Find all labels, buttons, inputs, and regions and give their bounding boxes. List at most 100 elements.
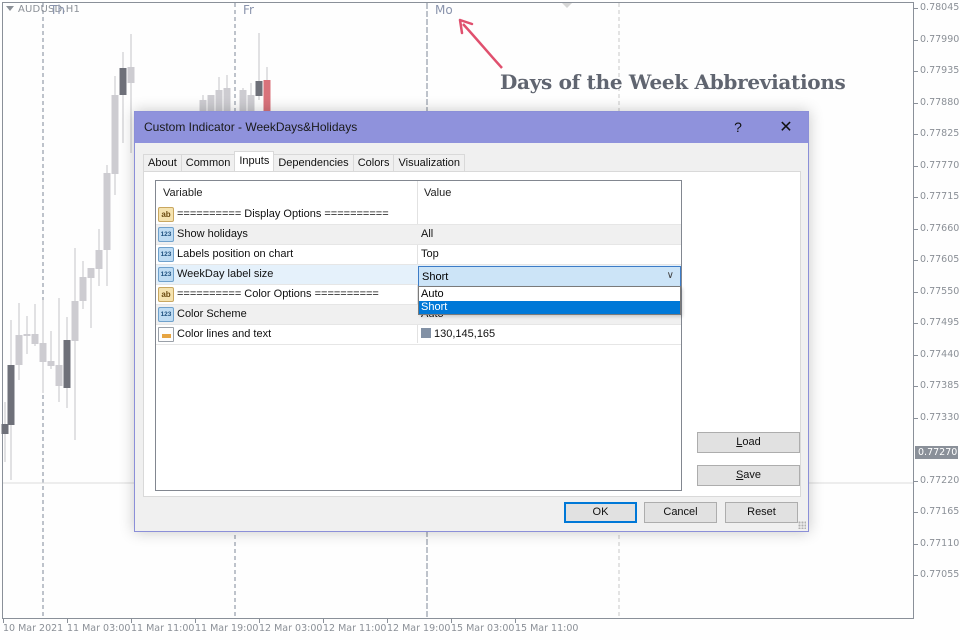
resize-grip[interactable] xyxy=(798,521,806,529)
candle-body xyxy=(103,173,111,250)
time-label: 11 Mar 11:00 xyxy=(131,623,195,634)
price-label: 0.77110 xyxy=(920,537,960,549)
current-price-label: 0.77270 xyxy=(915,445,958,459)
candle-body xyxy=(207,95,215,111)
day-label-fr: Fr xyxy=(243,3,254,17)
dialog-title: Custom Indicator - WeekDays&Holidays xyxy=(144,120,358,134)
candle-body xyxy=(15,335,23,365)
input-name: WeekDay label size xyxy=(177,268,274,280)
day-label-th: Th xyxy=(50,3,65,17)
cancel-button[interactable]: Cancel xyxy=(644,502,717,523)
color-swatch xyxy=(421,328,431,338)
price-tick xyxy=(914,39,918,41)
price-label: 0.77220 xyxy=(920,474,960,486)
numeric-type-icon: 123 xyxy=(158,247,174,262)
input-value[interactable]: Top xyxy=(421,248,439,260)
price-tick xyxy=(914,575,918,576)
candle-body xyxy=(87,268,95,278)
candle-body xyxy=(247,95,255,111)
string-type-icon: ab xyxy=(158,207,174,222)
candle-body xyxy=(23,334,31,336)
dialog-titlebar[interactable]: Custom Indicator - WeekDays&Holidays ? ✕ xyxy=(135,112,808,143)
numeric-type-icon: 123 xyxy=(158,307,174,322)
price-label: 0.77330 xyxy=(920,411,960,423)
candle-body xyxy=(55,365,63,386)
option-short[interactable]: Short xyxy=(419,301,680,314)
price-tick xyxy=(914,8,918,9)
time-label: 15 Mar 11:00 xyxy=(515,623,579,634)
load-button[interactable]: Load xyxy=(697,432,800,453)
grid-header: Variable Value xyxy=(156,181,681,205)
price-label: 0.77550 xyxy=(920,285,960,297)
chevron-down-icon[interactable]: ∨ xyxy=(667,270,674,281)
price-label: 0.77990 xyxy=(920,33,960,45)
time-label: 12 Mar 19:00 xyxy=(387,623,451,634)
tab-colors[interactable]: Colors xyxy=(352,154,395,171)
price-label: 0.77880 xyxy=(920,96,960,108)
price-tick xyxy=(914,197,918,198)
price-tick xyxy=(914,354,918,356)
time-label: 10 Mar 2021 xyxy=(3,623,64,634)
price-label: 0.78045 xyxy=(920,2,960,13)
tab-common[interactable]: Common xyxy=(180,154,236,171)
price-tick xyxy=(914,480,918,482)
close-button[interactable]: ✕ xyxy=(763,112,809,143)
price-tick xyxy=(914,165,918,167)
candle-body xyxy=(31,334,39,344)
time-label: 12 Mar 03:00 xyxy=(259,623,323,634)
price-tick xyxy=(914,260,918,261)
load-label: oad xyxy=(742,436,761,448)
weekday-label-size-select[interactable]: Short ∨ xyxy=(418,266,681,287)
input-value[interactable]: 130,145,165 xyxy=(421,328,495,340)
candle-body xyxy=(95,250,103,269)
price-tick xyxy=(914,512,918,513)
help-button[interactable]: ? xyxy=(715,112,761,143)
candle-body xyxy=(39,343,47,362)
tab-about[interactable]: About xyxy=(143,154,182,171)
time-label: 12 Mar 11:00 xyxy=(323,623,387,634)
candle-body xyxy=(63,340,71,388)
save-label: ave xyxy=(743,469,762,481)
price-label: 0.77165 xyxy=(920,506,960,517)
tab-visualization[interactable]: Visualization xyxy=(393,154,466,171)
numeric-type-icon: 123 xyxy=(158,267,174,282)
input-row-show-holidays[interactable]: 123 Show holidays All xyxy=(156,225,681,245)
candle-body xyxy=(47,361,55,366)
dropdown-triangle-icon xyxy=(6,6,14,11)
ok-button[interactable]: OK xyxy=(564,502,637,523)
chart-shift-marker xyxy=(562,3,572,8)
custom-indicator-dialog: Custom Indicator - WeekDays&Holidays ? ✕… xyxy=(134,111,809,532)
input-row-display-options[interactable]: ab ========== Display Options ========== xyxy=(156,205,681,225)
tab-inputs[interactable]: Inputs xyxy=(234,151,275,171)
input-value[interactable]: All xyxy=(421,228,433,240)
time-label: 11 Mar 03:00 xyxy=(67,623,131,634)
inputs-grid[interactable]: Variable Value ab ========== Display Opt… xyxy=(155,180,682,491)
string-type-icon: ab xyxy=(158,287,174,302)
input-name: Color Scheme xyxy=(177,308,247,320)
price-tick xyxy=(914,323,918,324)
save-button[interactable]: Save xyxy=(697,465,800,486)
reset-button[interactable]: Reset xyxy=(725,502,798,523)
price-tick xyxy=(914,102,918,104)
input-name: Color lines and text xyxy=(177,328,272,340)
candle-body xyxy=(223,88,231,111)
candle-body xyxy=(215,90,223,111)
candle-body xyxy=(111,95,119,174)
time-label: 11 Mar 19:00 xyxy=(195,623,259,634)
header-variable[interactable]: Variable xyxy=(163,187,203,199)
header-value[interactable]: Value xyxy=(424,187,451,199)
input-row-labels-position[interactable]: 123 Labels position on chart Top xyxy=(156,245,681,265)
candle-body xyxy=(119,68,127,95)
inputs-panel: Variable Value ab ========== Display Opt… xyxy=(143,171,801,497)
candle-body xyxy=(79,277,87,301)
tab-dependencies[interactable]: Dependencies xyxy=(273,154,354,171)
price-label: 0.77385 xyxy=(920,380,960,391)
select-dropdown-list: Auto Short xyxy=(418,286,681,315)
candle-body xyxy=(263,80,271,111)
option-auto[interactable]: Auto xyxy=(419,288,680,301)
input-row-color-lines[interactable]: Color lines and text 130,145,165 xyxy=(156,325,681,345)
candle-body xyxy=(127,67,135,83)
candle-body xyxy=(71,301,79,341)
price-tick xyxy=(914,543,918,545)
symbol-label[interactable]: AUDUSD,H1 xyxy=(6,4,80,15)
